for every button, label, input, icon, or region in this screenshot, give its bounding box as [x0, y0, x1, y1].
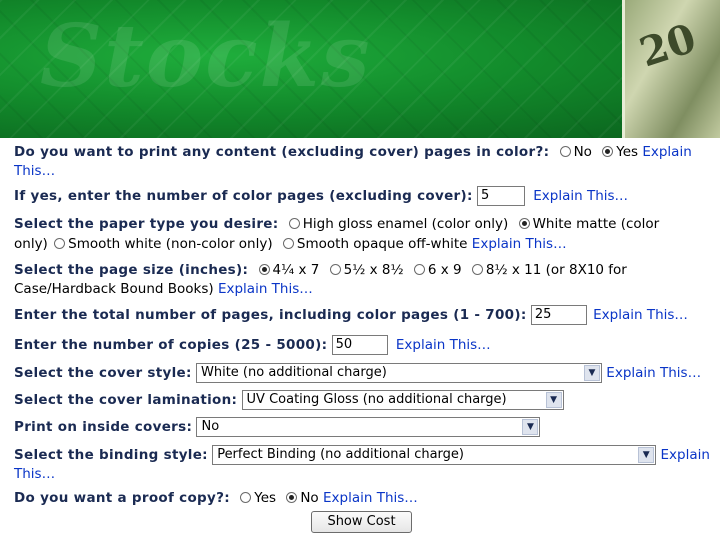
binding-row: Select the binding style: Perfect Bindin…: [14, 445, 714, 465]
print-quote-form: Do you want to print any content (exclud…: [0, 138, 720, 540]
proof-yes-label: Yes: [254, 490, 277, 506]
show-cost-button[interactable]: Show Cost: [311, 511, 412, 533]
paper-type-row-wrap: only) Smooth white (non-color only) Smoo…: [14, 234, 714, 254]
chevron-down-icon: ▼: [584, 365, 600, 381]
paper-matte-label-cont: only): [14, 236, 48, 252]
size-8x11-label: 8½ x 11 (or 8X10 for: [485, 262, 627, 278]
size-6x9-label: 6 x 9: [427, 262, 462, 278]
proof-no-radio[interactable]: [286, 492, 298, 503]
inside-covers-label: Print on inside covers:: [14, 419, 193, 435]
page-size-explain-link[interactable]: Explain This…: [218, 281, 313, 297]
inside-covers-select[interactable]: No ▼: [196, 417, 541, 437]
color-pages-input[interactable]: 5: [476, 186, 525, 206]
paper-smooth-white-label: Smooth white (non-color only): [68, 236, 273, 252]
size-5x8-radio[interactable]: [329, 264, 341, 275]
proof-yes-radio[interactable]: [240, 492, 252, 503]
paper-type-row: Select the paper type you desire: High g…: [14, 214, 714, 234]
binding-value: Perfect Binding (no additional charge): [217, 447, 464, 462]
chevron-down-icon: ▼: [522, 419, 539, 435]
cover-style-label: Select the cover style:: [14, 365, 192, 381]
chevron-down-icon: ▼: [638, 447, 655, 463]
size-5x8-label: 5½ x 8½: [343, 262, 404, 278]
size-4x7-label: 4¼ x 7: [272, 262, 320, 278]
paper-type-label: Select the paper type you desire:: [14, 216, 279, 232]
paper-matte-label: White matte (color: [532, 216, 660, 232]
binding-explain-link-cont[interactable]: This…: [14, 466, 55, 482]
proof-row: Do you want a proof copy?: Yes No Explai…: [14, 488, 714, 508]
total-pages-explain-link[interactable]: Explain This…: [593, 307, 688, 323]
binding-explain-link[interactable]: Explain: [660, 447, 709, 463]
binding-select[interactable]: Perfect Binding (no additional charge) ▼: [212, 445, 657, 465]
inside-covers-value: No: [201, 419, 220, 434]
size-8x11-label-cont: Case/Hardback Bound Books): [14, 281, 214, 297]
binding-row-wrap: This…: [14, 464, 714, 484]
color-pages-label: If yes, enter the number of color pages …: [14, 188, 473, 204]
page-size-row: Select the page size (inches): 4¼ x 7 5½…: [14, 260, 714, 280]
proof-explain-link[interactable]: Explain This…: [323, 490, 418, 506]
color-content-yes-radio[interactable]: [602, 146, 614, 157]
paper-gloss-label: High gloss enamel (color only): [302, 216, 509, 232]
total-pages-input[interactable]: 25: [530, 305, 587, 325]
paper-offwhite-label: Smooth opaque off-white: [296, 236, 468, 252]
size-4x7-radio[interactable]: [258, 264, 270, 275]
color-content-no-label: No: [573, 144, 592, 160]
color-pages-explain-link[interactable]: Explain This…: [533, 188, 628, 204]
cover-style-value: White (no additional charge): [201, 365, 387, 380]
page-size-row-wrap: Case/Hardback Bound Books) Explain This…: [14, 279, 714, 299]
color-content-row: Do you want to print any content (exclud…: [14, 142, 714, 162]
color-content-yes-label: Yes: [616, 144, 639, 160]
cover-lamination-value: UV Coating Gloss (no additional charge): [246, 392, 507, 407]
copies-label: Enter the number of copies (25 - 5000):: [14, 337, 328, 353]
inside-covers-row: Print on inside covers: No ▼: [14, 417, 714, 437]
chevron-down-icon: ▼: [545, 392, 562, 408]
paper-matte-radio[interactable]: [518, 218, 530, 229]
copies-input[interactable]: 50: [331, 335, 388, 355]
cover-style-row: Select the cover style: White (no additi…: [14, 363, 714, 383]
cover-style-explain-link[interactable]: Explain This…: [606, 365, 701, 381]
proof-label: Do you want a proof copy?:: [14, 490, 230, 506]
size-6x9-radio[interactable]: [413, 264, 425, 275]
paper-type-explain-link[interactable]: Explain This…: [472, 236, 567, 252]
color-content-label: Do you want to print any content (exclud…: [14, 144, 550, 160]
total-pages-row: Enter the total number of pages, includi…: [14, 305, 714, 325]
page-size-label: Select the page size (inches):: [14, 262, 249, 278]
proof-no-label: No: [300, 490, 319, 506]
color-content-row-wrap: This…: [14, 161, 714, 181]
cover-lamination-label: Select the cover lamination:: [14, 392, 238, 408]
banner-watermark: Stocks: [40, 6, 372, 107]
copies-row: Enter the number of copies (25 - 5000): …: [14, 335, 714, 355]
size-8x11-radio[interactable]: [471, 264, 483, 275]
paper-gloss-radio[interactable]: [288, 218, 300, 229]
color-content-no-radio[interactable]: [559, 146, 571, 157]
cover-style-select[interactable]: White (no additional charge) ▼: [196, 363, 602, 383]
copies-explain-link[interactable]: Explain This…: [396, 337, 491, 353]
total-pages-label: Enter the total number of pages, includi…: [14, 307, 527, 323]
paper-smooth-white-radio[interactable]: [54, 238, 66, 249]
cover-lamination-select[interactable]: UV Coating Gloss (no additional charge) …: [241, 390, 564, 410]
color-content-explain-link[interactable]: Explain: [642, 144, 691, 160]
color-content-explain-link-cont[interactable]: This…: [14, 163, 55, 179]
color-pages-row: If yes, enter the number of color pages …: [14, 186, 714, 206]
paper-offwhite-radio[interactable]: [282, 238, 294, 249]
binding-label: Select the binding style:: [14, 447, 208, 463]
header-banner: Stocks 20: [0, 0, 720, 140]
cover-lamination-row: Select the cover lamination: UV Coating …: [14, 390, 714, 410]
